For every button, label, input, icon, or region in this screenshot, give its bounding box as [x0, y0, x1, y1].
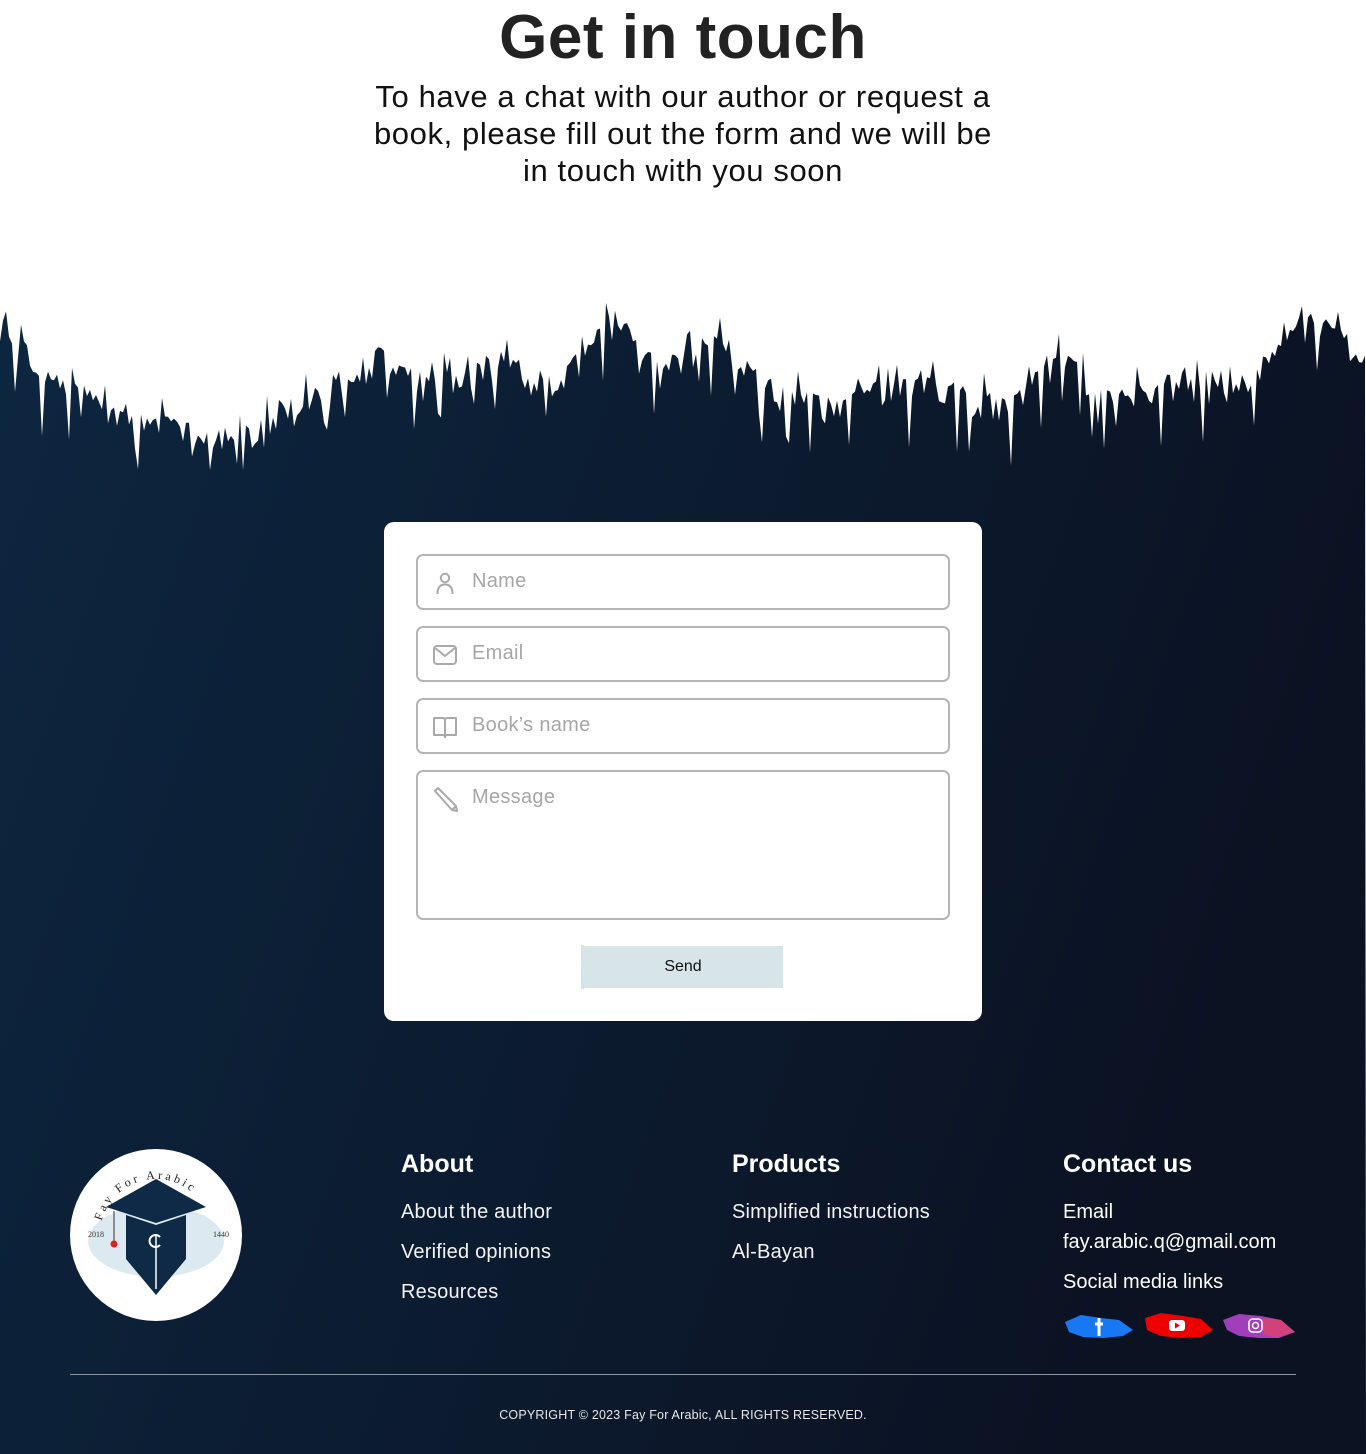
- al-bayan-link[interactable]: Al-Bayan: [732, 1241, 930, 1264]
- footer-products-column: Products Simplified instructions Al-Baya…: [732, 1150, 930, 1281]
- resources-link[interactable]: Resources: [401, 1281, 552, 1304]
- simplified-instructions-link[interactable]: Simplified instructions: [732, 1201, 930, 1224]
- instagram-icon[interactable]: [1223, 1314, 1295, 1338]
- name-placeholder: Name: [472, 570, 527, 592]
- hero-section: Get in touch To have a chat with our aut…: [0, 0, 1366, 300]
- logo-year-left: 2018: [88, 1230, 104, 1239]
- book-icon: [433, 717, 457, 738]
- copyright-text: COPYRIGHT © 2023 Fay For Arabic, ALL RIG…: [499, 1408, 867, 1422]
- footer-logo[interactable]: Fay For Arabic 2018 1440: [70, 1149, 242, 1321]
- book-name-field[interactable]: Book’s name: [416, 698, 950, 754]
- pencil-icon: [434, 787, 458, 812]
- page-subtitle: To have a chat with our author or reques…: [373, 79, 993, 188]
- user-icon: [436, 572, 454, 595]
- youtube-icon[interactable]: [1145, 1313, 1213, 1338]
- book-name-placeholder: Book’s name: [472, 714, 591, 736]
- message-placeholder: Message: [472, 786, 556, 808]
- social-links-label: Social media links: [1063, 1271, 1224, 1293]
- about-heading: About: [401, 1150, 474, 1178]
- send-button[interactable]: Send: [581, 945, 783, 989]
- mail-icon: [433, 645, 457, 665]
- footer-divider: [70, 1374, 1296, 1375]
- email-placeholder: Email: [472, 642, 524, 664]
- graduation-pen-logo: Fay For Arabic 2018 1440: [88, 1168, 229, 1295]
- page-title: Get in touch: [499, 3, 867, 72]
- social-links: [1063, 1310, 1303, 1344]
- footer-contact-column: Contact us Email fay.arabic.q@gmail.com …: [1063, 1150, 1276, 1294]
- contact-heading: Contact us: [1063, 1150, 1193, 1178]
- name-field[interactable]: Name: [416, 554, 950, 610]
- email-label: Email: [1063, 1201, 1114, 1223]
- logo-year-right: 1440: [213, 1230, 229, 1239]
- about-author-link[interactable]: About the author: [401, 1201, 552, 1224]
- email-field[interactable]: Email: [416, 626, 950, 682]
- verified-opinions-link[interactable]: Verified opinions: [401, 1241, 552, 1264]
- products-heading: Products: [732, 1150, 841, 1178]
- footer-about-column: About About the author Verified opinions…: [401, 1150, 552, 1321]
- contact-email-link[interactable]: fay.arabic.q@gmail.com: [1063, 1231, 1276, 1254]
- facebook-icon[interactable]: [1065, 1315, 1133, 1338]
- contact-form-card: Name Email Book’s name Message Send: [384, 522, 982, 1021]
- message-field[interactable]: Message: [416, 770, 950, 920]
